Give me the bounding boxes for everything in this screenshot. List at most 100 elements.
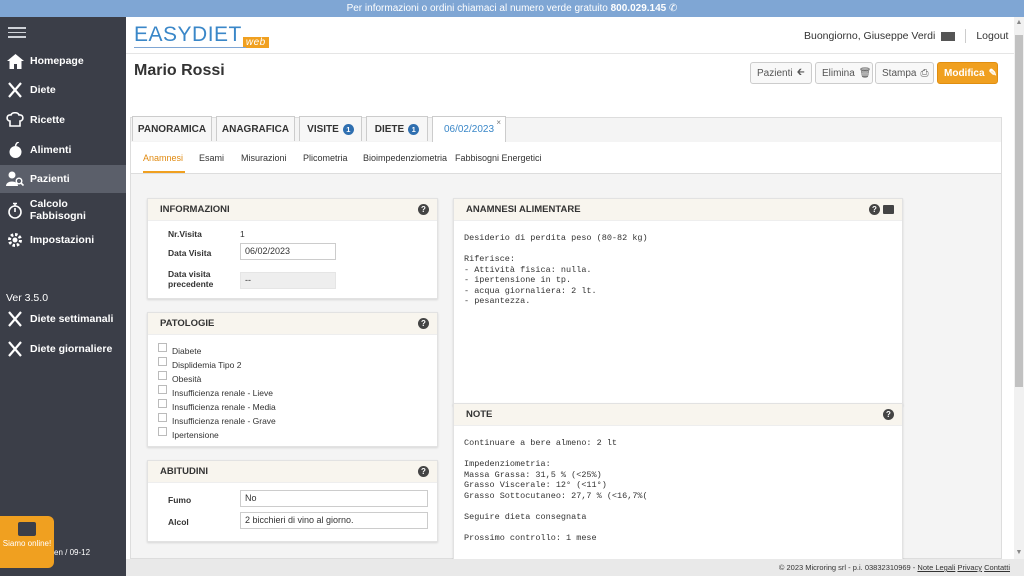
- phone-icon: ✆: [669, 3, 678, 14]
- phone-number[interactable]: 800.029.145: [611, 3, 667, 14]
- fumo-input[interactable]: No: [240, 490, 428, 507]
- close-icon[interactable]: ×: [496, 118, 501, 127]
- informazioni-card: INFORMAZIONI ? Nr.Visita 1 Data Visita 0…: [147, 198, 438, 299]
- logout-link[interactable]: Logout: [976, 30, 1008, 42]
- checkbox-insufficienza-lieve[interactable]: Insufficienza renale - Lieve: [158, 384, 273, 398]
- sidebar-item-label: Calcolo Fabbisogni: [29, 198, 86, 222]
- scrollbar[interactable]: ▲ ▼: [1014, 17, 1024, 559]
- logo-underline: [134, 47, 246, 48]
- patient-icon: [6, 170, 24, 188]
- sidebar-item-pazienti[interactable]: Pazienti: [0, 165, 126, 193]
- sidebar-item-label: Homepage: [30, 55, 84, 67]
- modifica-button[interactable]: Modifica ✎: [937, 62, 998, 84]
- tab-visite[interactable]: VISITE 1: [299, 116, 362, 141]
- scroll-up-icon[interactable]: ▲: [1015, 19, 1023, 27]
- footer-link-privacy[interactable]: Privacy: [957, 563, 982, 572]
- main-content: EASYDIET web Buongiorno, Giuseppe Verdi L…: [126, 17, 1014, 563]
- chat-widget-button[interactable]: Siamo online!: [0, 516, 54, 568]
- sidebar-item-label: Diete: [30, 84, 56, 96]
- scroll-down-icon[interactable]: ▼: [1015, 549, 1023, 557]
- chat-icon: [18, 522, 36, 536]
- sidebar-item-impostazioni[interactable]: Impostazioni: [0, 226, 126, 254]
- help-icon[interactable]: ?: [418, 466, 429, 477]
- subtab-bioimpedenziometria[interactable]: Bioimpedenziometria: [363, 153, 447, 163]
- alcol-input[interactable]: 2 bicchieri di vino al giorno.: [240, 512, 428, 529]
- patologie-card: PATOLOGIE ? Diabete Displidemia Tipo 2 O…: [147, 312, 438, 447]
- subtab-plicometria[interactable]: Plicometria: [303, 153, 348, 163]
- copyright-text: © 2023 Microring srl - p.i. 03832310969 …: [778, 563, 916, 572]
- checkbox-insufficienza-grave[interactable]: Insufficienza renale - Grave: [158, 412, 276, 426]
- visite-count-badge: 1: [342, 123, 354, 135]
- arrow-left-icon: 🡰: [796, 66, 805, 78]
- stampa-button[interactable]: Stampa ⎙: [875, 62, 934, 84]
- sidebar-item-diete[interactable]: Diete: [0, 76, 126, 104]
- sidebar-item-label: Diete settimanali: [30, 313, 114, 325]
- page-title: Mario Rossi: [134, 62, 225, 79]
- tab-visit-date[interactable]: 06/02/2023 ×: [432, 116, 506, 142]
- app-version: Ver 3.5.0: [6, 292, 49, 304]
- fork-knife-icon: [6, 310, 24, 328]
- fork-knife-icon: [6, 81, 24, 99]
- sidebar: Homepage Diete Ricette Alimenti Pazienti…: [0, 17, 126, 576]
- page-footer: © 2023 Microring srl - p.i. 03832310969 …: [126, 559, 1024, 576]
- checkbox-dislipidemia[interactable]: Displidemia Tipo 2: [158, 356, 241, 370]
- info-text: Per informazioni o ordini chiamaci al nu…: [346, 3, 608, 14]
- sidebar-item-diete-giornaliere[interactable]: Diete giornaliere: [0, 335, 126, 363]
- diete-count-badge: 1: [408, 123, 420, 135]
- sidebar-item-label: Diete giornaliere: [30, 343, 113, 355]
- pazienti-button[interactable]: Pazienti 🡰: [750, 62, 812, 84]
- fork-knife-icon: [6, 340, 24, 358]
- chat-label: Siamo online!: [2, 539, 52, 548]
- sidebar-footer-text: en / 09-12: [54, 548, 91, 557]
- info-bar: Per informazioni o ordini chiamaci al nu…: [0, 0, 1024, 17]
- tab-anagrafica[interactable]: ANAGRAFICA: [216, 116, 295, 141]
- sidebar-item-calcolo-fabbisogni[interactable]: Calcolo Fabbisogni: [0, 196, 126, 224]
- elimina-button[interactable]: Elimina 🗑: [815, 62, 873, 84]
- alcol-label: Alcol: [168, 517, 189, 527]
- footer-link-note-legali[interactable]: Note Legali: [917, 563, 955, 572]
- sidebar-item-ricette[interactable]: Ricette: [0, 106, 126, 134]
- divider: [965, 29, 967, 43]
- user-greeting-area: Buongiorno, Giuseppe Verdi Logout: [804, 29, 1008, 43]
- subtab-misurazioni[interactable]: Misurazioni: [241, 153, 287, 163]
- pencil-icon: ✎: [988, 67, 997, 79]
- data-precedente-input: --: [240, 272, 336, 289]
- data-precedente-label: Data visita precedente: [168, 269, 214, 289]
- checkbox-obesita[interactable]: Obesità: [158, 370, 201, 384]
- footer-link-contatti[interactable]: Contatti: [984, 563, 1010, 572]
- subtab-esami[interactable]: Esami: [199, 153, 224, 163]
- sidebar-item-homepage[interactable]: Homepage: [0, 47, 126, 75]
- sidebar-item-label: Ricette: [30, 114, 66, 126]
- help-icon[interactable]: ?: [869, 204, 880, 215]
- subtab-fabbisogni-energetici[interactable]: Fabbisogni Energetici: [455, 153, 542, 163]
- fumo-label: Fumo: [168, 495, 192, 505]
- data-visita-label: Data Visita: [168, 248, 212, 258]
- note-text[interactable]: Continuare a bere almeno: 2 lt Impedenzi…: [464, 438, 648, 543]
- help-icon[interactable]: ?: [883, 409, 894, 420]
- subtab-anamnesi[interactable]: Anamnesi: [143, 153, 183, 163]
- chef-hat-icon: [6, 111, 24, 129]
- app-logo[interactable]: EASYDIET web: [134, 23, 269, 48]
- checkbox-ipertensione[interactable]: Ipertensione: [158, 426, 219, 440]
- card-title: ANAMNESI ALIMENTARE ?: [454, 199, 902, 221]
- anamnesi-text[interactable]: Desiderio di perdita peso (80-82 kg) Rif…: [464, 233, 648, 307]
- mail-icon[interactable]: [941, 31, 956, 41]
- help-icon[interactable]: ?: [418, 318, 429, 329]
- checkbox-insufficienza-media[interactable]: Insufficienza renale - Media: [158, 398, 276, 412]
- checkbox-diabete[interactable]: Diabete: [158, 342, 201, 356]
- sidebar-item-label: Impostazioni: [30, 234, 95, 246]
- help-icon[interactable]: ?: [418, 204, 429, 215]
- book-icon[interactable]: [883, 205, 894, 214]
- scrollbar-thumb[interactable]: [1015, 35, 1023, 387]
- sidebar-item-diete-settimanali[interactable]: Diete settimanali: [0, 305, 126, 333]
- data-visita-input[interactable]: 06/02/2023: [240, 243, 336, 260]
- tab-panoramica[interactable]: PANORAMICA: [132, 116, 212, 141]
- tab-diete[interactable]: DIETE 1: [366, 116, 428, 141]
- sidebar-item-alimenti[interactable]: Alimenti: [0, 136, 126, 164]
- menu-icon[interactable]: [8, 27, 26, 38]
- trash-icon: 🗑: [858, 67, 872, 79]
- abitudini-card: ABITUDINI ? Fumo No Alcol 2 bicchieri di…: [147, 460, 438, 542]
- card-title: INFORMAZIONI ?: [148, 199, 437, 221]
- nr-visita-value: 1: [240, 229, 245, 239]
- nr-visita-label: Nr.Visita: [168, 229, 202, 239]
